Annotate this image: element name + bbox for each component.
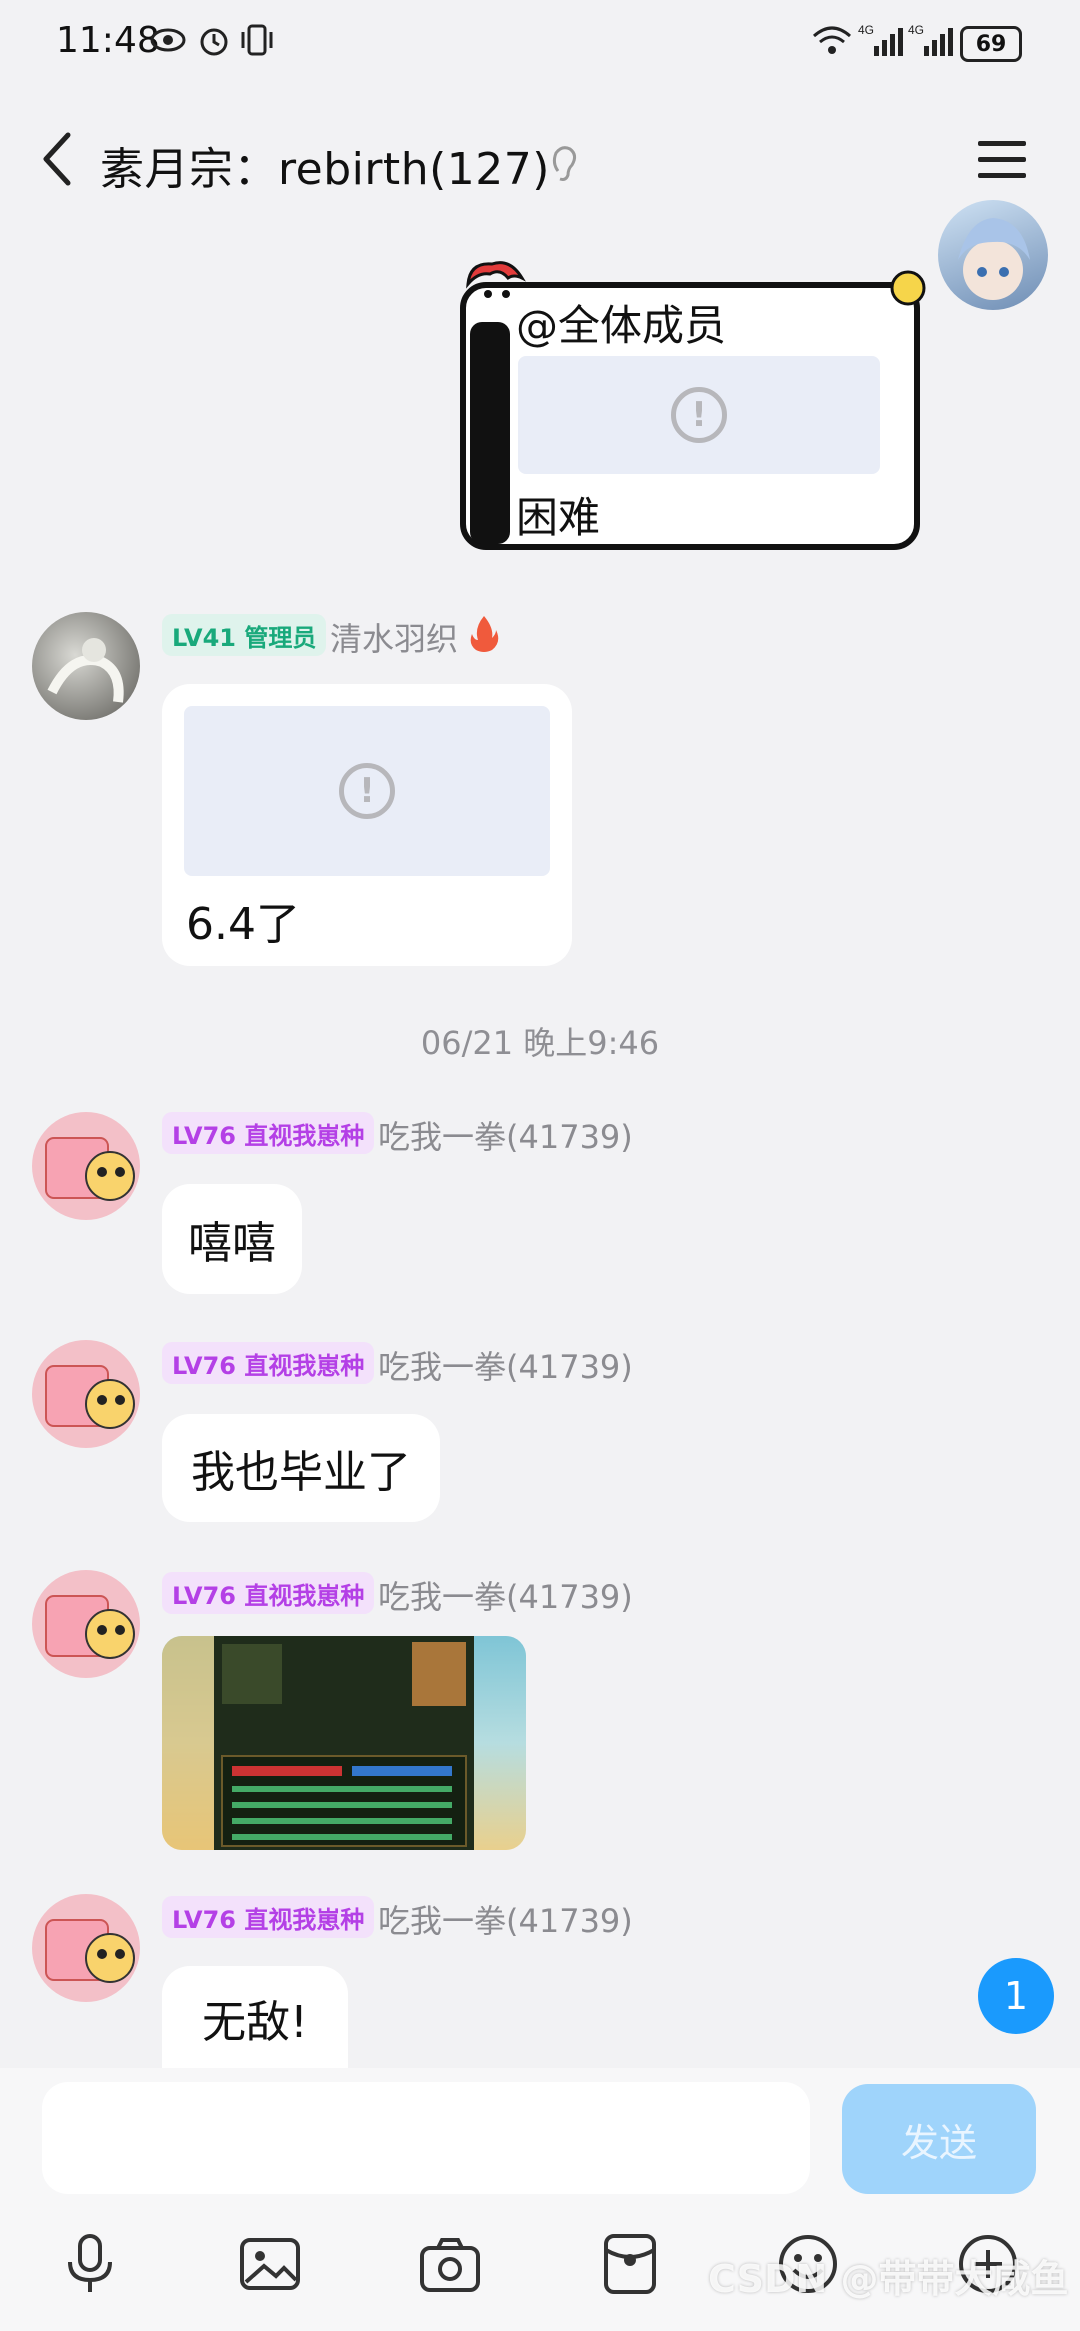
- eye-icon: [150, 28, 186, 52]
- message-text: 嘻嘻: [188, 1218, 276, 1269]
- sender-name[interactable]: 吃我一拳(41739): [378, 1572, 633, 1618]
- message-bubble[interactable]: 我也毕业了: [162, 1414, 440, 1522]
- avatar-figure-icon: [47, 638, 124, 703]
- signal-icon-2: 4G: [908, 23, 953, 56]
- member-badge: LV76 直视我崽种: [162, 1342, 375, 1384]
- vibrate-icon: [241, 24, 273, 56]
- self-avatar[interactable]: [938, 200, 1048, 310]
- back-icon[interactable]: [36, 129, 76, 189]
- announcement-card[interactable]: @全体成员 ! 困难: [460, 261, 926, 550]
- avatar[interactable]: [32, 612, 140, 720]
- sender-name[interactable]: 吃我一拳(41739): [378, 1896, 633, 1942]
- message-bubble[interactable]: ! 6.4了: [162, 684, 572, 966]
- message-bubble[interactable]: 嘻嘻: [162, 1184, 302, 1294]
- ear-icon[interactable]: [548, 143, 580, 183]
- image-icon[interactable]: [238, 2232, 302, 2296]
- chick-icon: [890, 270, 926, 306]
- watermark: CSDN @带带大咸鱼: [708, 2257, 1069, 2301]
- member-badge: LV76 直视我崽种: [162, 1112, 375, 1154]
- svg-text:4G: 4G: [858, 23, 874, 37]
- group-title[interactable]: 素月宗：rebirth(127): [100, 133, 550, 197]
- message-text: 我也毕业了: [191, 1447, 411, 1498]
- mic-icon[interactable]: [58, 2232, 122, 2296]
- message-bubble[interactable]: 无敌!: [162, 1966, 348, 2070]
- image-placeholder[interactable]: !: [184, 706, 550, 876]
- member-badge: LV41 管理员: [162, 614, 327, 656]
- avatar-cartoon-icon: [45, 1137, 135, 1201]
- message-input[interactable]: [42, 2082, 810, 2194]
- avatar-cartoon-icon: [45, 1365, 135, 1429]
- wifi-icon: [813, 26, 851, 54]
- svg-text:4G: 4G: [908, 23, 924, 37]
- status-bar: 11:48 4G 4G 69: [0, 0, 1080, 85]
- sender-name[interactable]: 吃我一拳(41739): [378, 1112, 633, 1158]
- image-message[interactable]: [162, 1636, 526, 1850]
- menu-icon[interactable]: [976, 137, 1028, 181]
- red-packet-icon[interactable]: [598, 2232, 662, 2296]
- time-separator: 06/21 晚上9:46: [420, 1024, 660, 1062]
- game-screenshot-image: [162, 1636, 474, 1850]
- previous-message-fragment: [506, 215, 906, 235]
- avatar-anime-icon: [958, 218, 1030, 300]
- member-badge: LV76 直视我崽种: [162, 1572, 375, 1614]
- fire-icon: [470, 616, 499, 652]
- message-text: 6.4了: [186, 899, 300, 950]
- avatar[interactable]: [32, 1894, 140, 2002]
- camera-icon[interactable]: [418, 2232, 482, 2296]
- member-badge: LV76 直视我崽种: [162, 1896, 375, 1938]
- sender-name[interactable]: 清水羽织: [330, 614, 458, 660]
- avatar[interactable]: [32, 1570, 140, 1678]
- load-failed-icon: !: [671, 387, 727, 443]
- sender-name[interactable]: 吃我一拳(41739): [378, 1342, 633, 1388]
- announcement-text: 困难: [516, 493, 601, 542]
- new-message-count-badge[interactable]: 1: [978, 1958, 1054, 2034]
- avatar-cartoon-icon: [45, 1595, 135, 1659]
- mention-text[interactable]: @全体成员: [516, 292, 726, 353]
- avatar-cartoon-icon: [45, 1919, 135, 1983]
- avatar[interactable]: [32, 1112, 140, 1220]
- alarm-icon: [200, 28, 228, 56]
- chat-header: 素月宗：rebirth(127): [0, 85, 1080, 215]
- message-text: 无敌!: [202, 1997, 308, 2048]
- status-time: 11:48: [56, 20, 160, 61]
- battery-icon: 69: [960, 26, 1022, 62]
- signal-icon-1: 4G: [858, 23, 903, 56]
- announcement-side-bar: [470, 322, 510, 544]
- send-button[interactable]: 发送: [842, 2084, 1036, 2194]
- image-placeholder[interactable]: !: [518, 356, 880, 474]
- avatar[interactable]: [32, 1340, 140, 1448]
- load-failed-icon: !: [339, 763, 395, 819]
